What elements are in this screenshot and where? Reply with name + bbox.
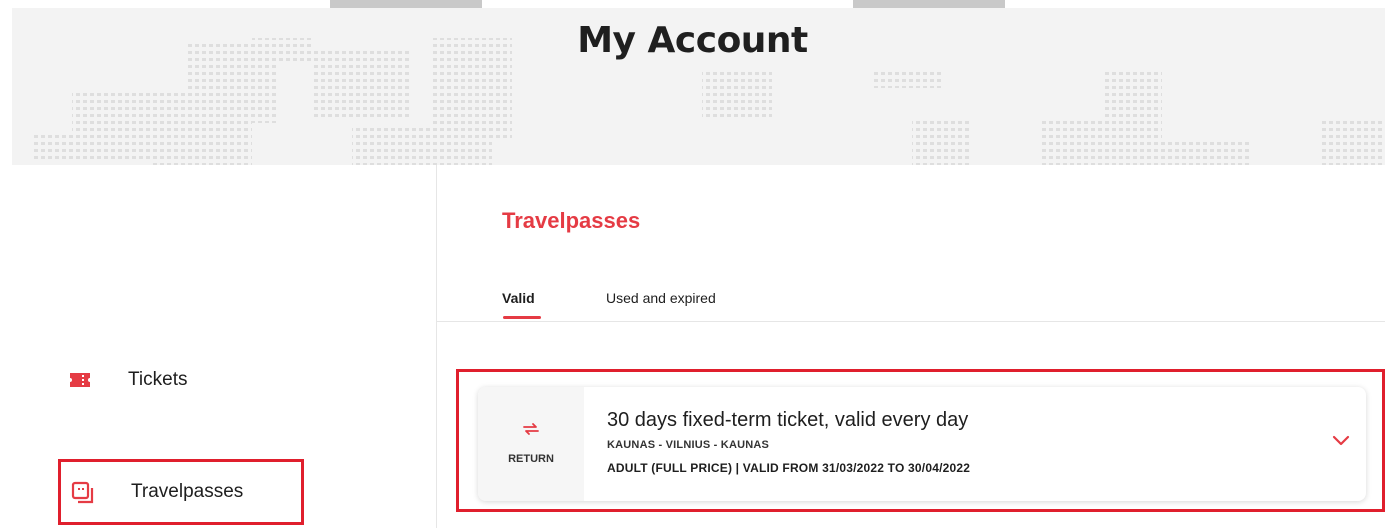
travelpass-card[interactable]: RETURN 30 days fixed-term ticket, valid … xyxy=(478,387,1366,501)
sidebar-item-travelpasses[interactable]: Travelpasses xyxy=(58,459,304,525)
trip-type-panel: RETURN xyxy=(478,387,584,501)
tabs-divider xyxy=(437,321,1385,322)
chevron-down-icon[interactable] xyxy=(1331,434,1351,448)
trip-type-label: RETURN xyxy=(508,453,554,465)
travelpass-icon xyxy=(71,481,95,504)
active-tab-indicator xyxy=(503,316,541,319)
return-arrows-icon xyxy=(522,421,540,437)
page-title: My Account xyxy=(577,20,808,61)
top-tab-placeholder xyxy=(853,0,1005,8)
pass-details: ADULT (FULL PRICE) | VALID FROM 31/03/20… xyxy=(607,461,971,475)
pass-title: 30 days fixed-term ticket, valid every d… xyxy=(607,409,969,431)
top-tab-placeholder xyxy=(330,0,482,8)
ticket-icon xyxy=(68,369,92,391)
sidebar-item-label: Tickets xyxy=(128,369,188,390)
sidebar-item-tickets[interactable]: Tickets xyxy=(58,347,304,413)
top-strip xyxy=(0,0,1385,8)
sidebar-divider xyxy=(436,165,437,528)
tab-valid[interactable]: Valid xyxy=(502,290,535,306)
tab-used-and-expired[interactable]: Used and expired xyxy=(606,290,716,306)
pass-route: KAUNAS - VILNIUS - KAUNAS xyxy=(607,439,770,451)
section-title: Travelpasses xyxy=(502,208,641,233)
sidebar-item-label: Travelpasses xyxy=(131,481,244,502)
